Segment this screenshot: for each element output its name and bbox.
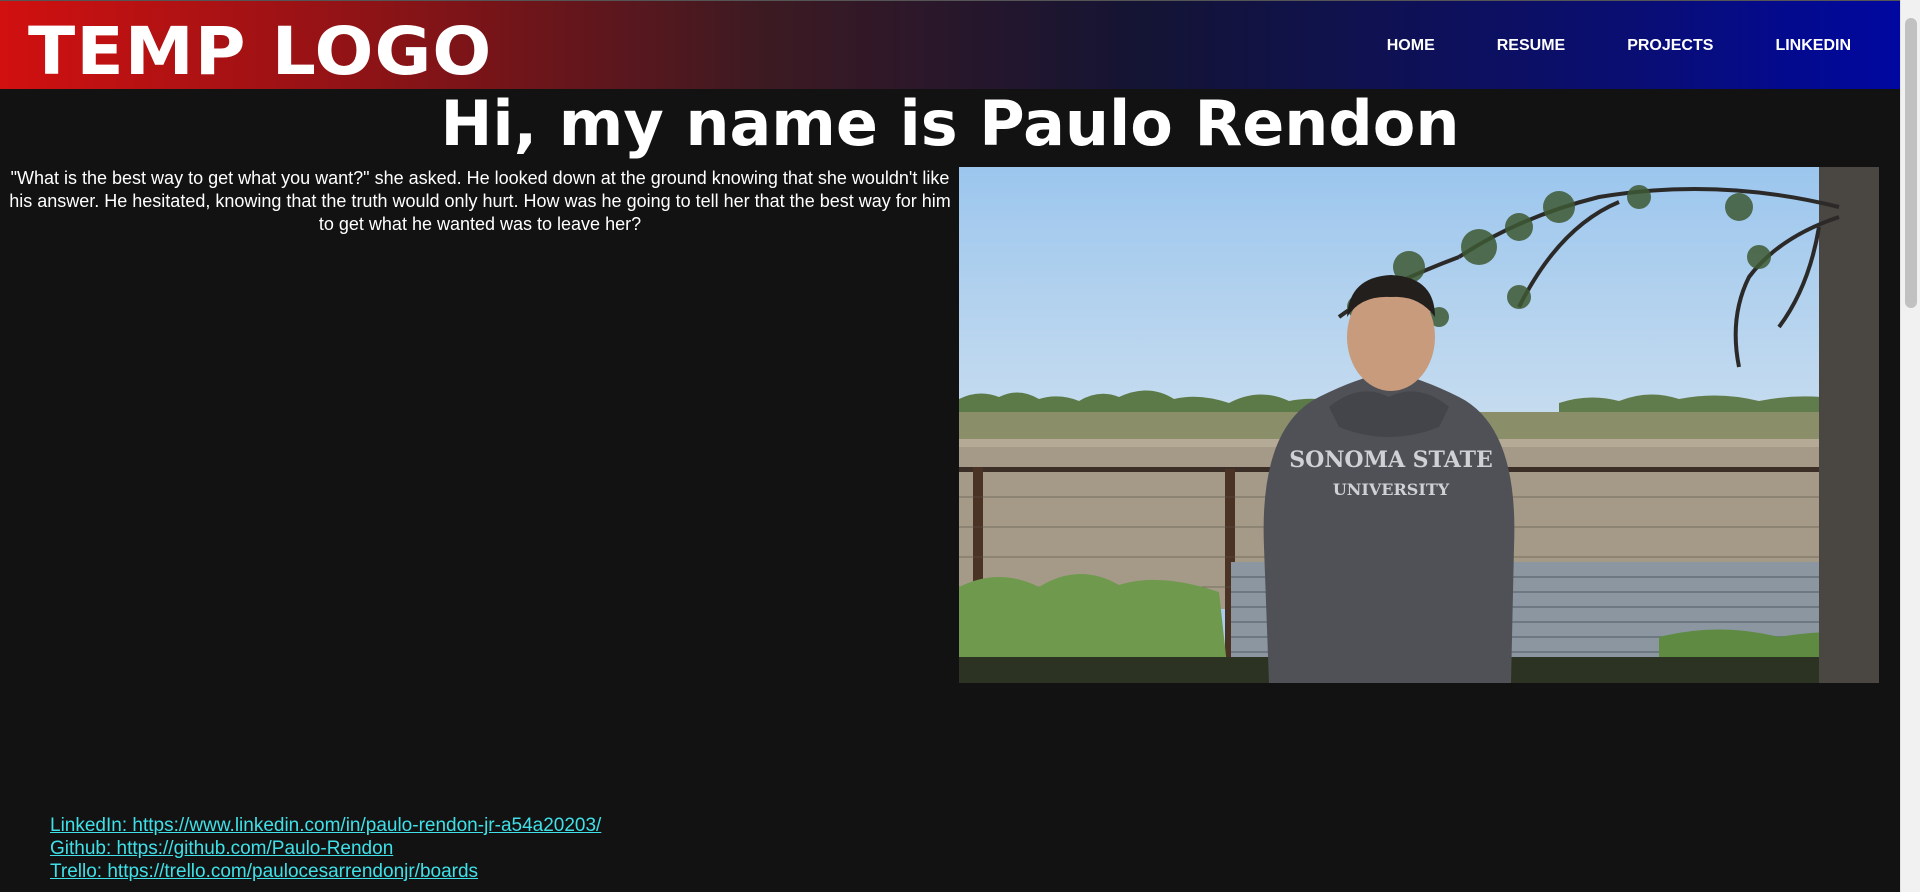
site-logo[interactable]: TEMP LOGO	[28, 19, 492, 85]
shirt-text-line-2: UNIVERSITY	[1333, 480, 1450, 499]
contact-links: LinkedIn: https://www.linkedin.com/in/pa…	[50, 814, 601, 883]
site-header: TEMP LOGO HOME RESUME PROJECTS LINKEDIN	[0, 0, 1900, 89]
nav-resume[interactable]: RESUME	[1497, 37, 1565, 55]
nav-home[interactable]: HOME	[1387, 37, 1435, 55]
profile-photo: SONOMA STATE UNIVERSITY	[959, 167, 1879, 683]
linkedin-link[interactable]: LinkedIn: https://www.linkedin.com/in/pa…	[50, 814, 601, 837]
main-nav: HOME RESUME PROJECTS LINKEDIN	[1387, 1, 1900, 90]
shirt-text-line-1: SONOMA STATE	[1289, 447, 1492, 473]
trello-link[interactable]: Trello: https://trello.com/paulocesarren…	[50, 860, 601, 883]
nav-linkedin[interactable]: LINKEDIN	[1775, 37, 1851, 55]
intro-quote: "What is the best way to get what you wa…	[9, 168, 951, 234]
vertical-scrollbar[interactable]	[1900, 0, 1920, 892]
github-link[interactable]: Github: https://github.com/Paulo-Rendon	[50, 837, 601, 860]
nav-projects[interactable]: PROJECTS	[1627, 37, 1713, 55]
page-title: Hi, my name is Paulo Rendon	[440, 87, 1460, 160]
scrollbar-thumb[interactable]	[1905, 18, 1917, 308]
